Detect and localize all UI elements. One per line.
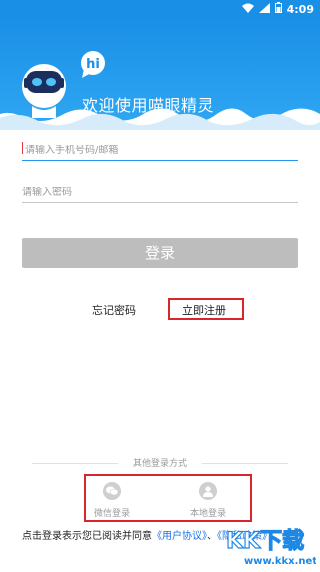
terms-prefix: 点击登录表示您已阅读并同意 xyxy=(22,531,152,542)
signal-icon xyxy=(258,2,270,16)
other-login-divider: 其他登录方式 xyxy=(32,456,288,470)
battery-icon xyxy=(274,2,282,16)
welcome-title: 欢迎使用喵眼精灵 xyxy=(82,96,215,115)
wifi-icon xyxy=(241,3,254,16)
terms-separator: 、 xyxy=(207,531,217,542)
user-agreement-link[interactable]: 《用户协议》 xyxy=(152,531,207,542)
phone-email-field[interactable] xyxy=(22,138,301,161)
local-login-button[interactable]: 本地登录 xyxy=(178,482,238,519)
header-banner: hi 欢迎使用喵眼精灵 xyxy=(0,18,320,130)
watermark-url: www.kkx.net xyxy=(244,556,316,567)
wechat-login-label: 微信登录 xyxy=(93,509,130,519)
login-button[interactable]: 登录 xyxy=(22,238,298,268)
kk-watermark-logo: KK下载 www.kkx.net xyxy=(224,520,317,568)
password-field[interactable] xyxy=(22,180,298,203)
wechat-login-button[interactable]: 微信登录 xyxy=(82,482,142,519)
person-icon xyxy=(199,482,217,500)
local-login-label: 本地登录 xyxy=(189,509,226,519)
password-input[interactable] xyxy=(22,187,298,198)
forgot-password-link[interactable]: 忘记密码 xyxy=(92,302,136,318)
watermark-main-text: KK下载 xyxy=(226,528,304,554)
hi-bubble-text: hi xyxy=(86,57,100,72)
register-link[interactable]: 立即注册 xyxy=(182,302,226,318)
status-bar: 4:09 xyxy=(0,0,320,18)
phone-email-input[interactable] xyxy=(22,145,301,156)
other-login-title: 其他登录方式 xyxy=(132,459,187,469)
wechat-icon xyxy=(103,482,121,500)
status-time: 4:09 xyxy=(286,2,314,16)
text-caret xyxy=(22,142,23,154)
